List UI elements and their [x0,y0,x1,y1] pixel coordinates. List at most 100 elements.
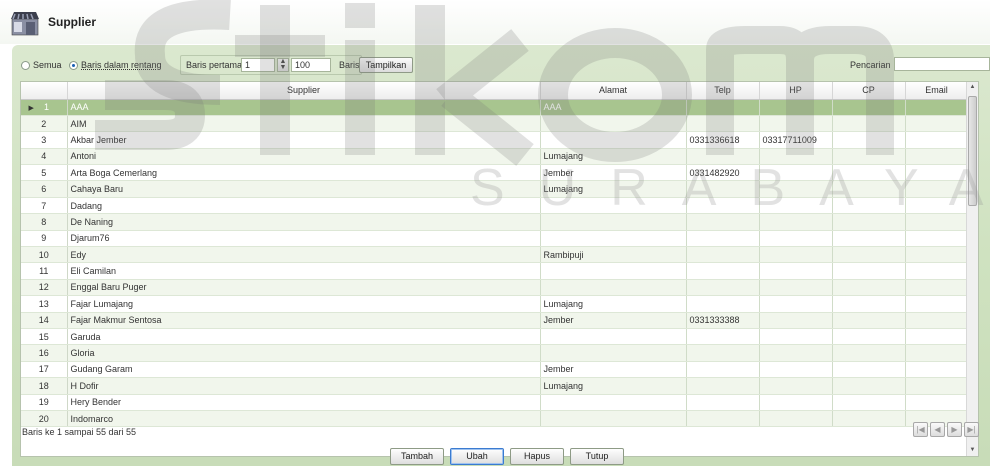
cell-email[interactable] [905,328,969,346]
cell-hp[interactable] [759,394,833,411]
cell-alamat[interactable]: Lumajang [540,180,687,198]
scroll-down-icon[interactable]: ▼ [967,445,978,456]
cell-email[interactable] [905,279,969,297]
cell-telp[interactable] [686,344,760,362]
cell-cp[interactable] [832,394,906,411]
cell-supplier[interactable]: Arta Boga Cemerlang [67,164,541,182]
tampilkan-button[interactable]: Tampilkan [359,57,413,73]
cell-supplier[interactable]: Antoni [67,148,541,166]
cell-email[interactable] [905,377,969,395]
cell-telp[interactable] [686,115,760,133]
cell-alamat[interactable]: Lumajang [540,148,687,166]
row-number-cell[interactable]: 6 [21,180,68,198]
cell-email[interactable] [905,262,969,280]
cell-alamat[interactable] [540,213,687,231]
cell-hp[interactable] [759,377,833,395]
cell-cp[interactable] [832,131,906,149]
cell-telp[interactable] [686,180,760,198]
cell-cp[interactable] [832,213,906,231]
cell-alamat[interactable]: Lumajang [540,377,687,395]
scroll-thumb[interactable] [968,96,977,206]
cell-hp[interactable] [759,164,833,182]
cell-hp[interactable] [759,197,833,215]
table-row[interactable]: 6 Cahaya Baru Lumajang [21,180,969,198]
cell-email[interactable] [905,131,969,149]
cell-supplier[interactable]: Fajar Lumajang [67,295,541,313]
row-number-cell[interactable]: 5 [21,164,68,182]
cell-hp[interactable] [759,262,833,280]
table-row[interactable]: 13 Fajar Lumajang Lumajang [21,295,969,313]
cell-hp[interactable] [759,344,833,362]
cell-cp[interactable] [832,148,906,166]
cell-email[interactable] [905,213,969,231]
column-header-supplier[interactable]: Supplier [67,82,541,100]
cell-email[interactable] [905,246,969,264]
cell-alamat[interactable] [540,328,687,346]
cell-supplier[interactable]: Eli Camilan [67,262,541,280]
pencarian-input[interactable] [894,57,990,71]
cell-hp[interactable] [759,361,833,379]
cell-hp[interactable] [759,230,833,248]
nav-next-icon[interactable]: ▶ [947,422,962,437]
count-input[interactable]: 100 [291,58,331,72]
table-row[interactable]: 20 Indomarco [21,410,969,428]
cell-email[interactable] [905,394,969,411]
column-header-cp[interactable]: CP [832,82,906,100]
cell-telp[interactable] [686,148,760,166]
cell-supplier[interactable]: Gloria [67,344,541,362]
column-header-telp[interactable]: Telp [686,82,760,100]
cell-cp[interactable] [832,295,906,313]
row-number-cell[interactable]: 10 [21,246,68,264]
cell-alamat[interactable]: Lumajang [540,295,687,313]
cell-telp[interactable]: 0331333388 [686,312,760,329]
cell-alamat[interactable]: Rambipuji [540,246,687,264]
cell-hp[interactable]: 03317711009 [759,131,833,149]
cell-telp[interactable] [686,197,760,215]
table-row[interactable]: 10 Edy Rambipuji [21,246,969,264]
cell-hp[interactable] [759,115,833,133]
cell-supplier[interactable]: Fajar Makmur Sentosa [67,312,541,329]
row-number-cell[interactable]: 20 [21,410,68,428]
cell-cp[interactable] [832,230,906,248]
cell-hp[interactable] [759,295,833,313]
cell-telp[interactable] [686,279,760,297]
baris-pertama-input[interactable]: 1 [241,58,275,72]
nav-first-icon[interactable]: |◀ [913,422,928,437]
cell-email[interactable] [905,99,969,116]
cell-alamat[interactable] [540,344,687,362]
cell-cp[interactable] [832,344,906,362]
nav-prev-icon[interactable]: ◀ [930,422,945,437]
cell-hp[interactable] [759,410,833,428]
cell-telp[interactable] [686,230,760,248]
cell-cp[interactable] [832,377,906,395]
cell-supplier[interactable]: Djarum76 [67,230,541,248]
row-number-cell[interactable]: 16 [21,344,68,362]
cell-alamat[interactable] [540,115,687,133]
cell-cp[interactable] [832,262,906,280]
radio-rentang-dot[interactable] [69,60,78,70]
cell-cp[interactable] [832,279,906,297]
cell-cp[interactable] [832,361,906,379]
cell-email[interactable] [905,180,969,198]
cell-alamat[interactable] [540,262,687,280]
ubah-button[interactable]: Ubah [450,448,504,465]
table-row[interactable]: 4 Antoni Lumajang [21,148,969,166]
hapus-button[interactable]: Hapus [510,448,564,465]
row-number-cell[interactable]: 15 [21,328,68,346]
row-number-cell[interactable]: 2 [21,115,68,133]
baris-pertama-spinner[interactable]: ▲ ▼ [277,58,289,72]
supplier-grid[interactable]: Supplier Alamat Telp HP CP Email ▶ 1 AAA AA… [20,81,979,457]
row-number-cell[interactable]: 3 [21,131,68,149]
cell-hp[interactable] [759,312,833,329]
table-row[interactable]: 9 Djarum76 [21,230,969,248]
cell-cp[interactable] [832,180,906,198]
table-row[interactable]: 5 Arta Boga Cemerlang Jember 0331482920 [21,164,969,182]
cell-hp[interactable] [759,279,833,297]
cell-alamat[interactable]: Jember [540,164,687,182]
tambah-button[interactable]: Tambah [390,448,444,465]
column-header-hp[interactable]: HP [759,82,833,100]
cell-telp[interactable] [686,377,760,395]
cell-telp[interactable] [686,295,760,313]
cell-hp[interactable] [759,328,833,346]
cell-telp[interactable] [686,328,760,346]
